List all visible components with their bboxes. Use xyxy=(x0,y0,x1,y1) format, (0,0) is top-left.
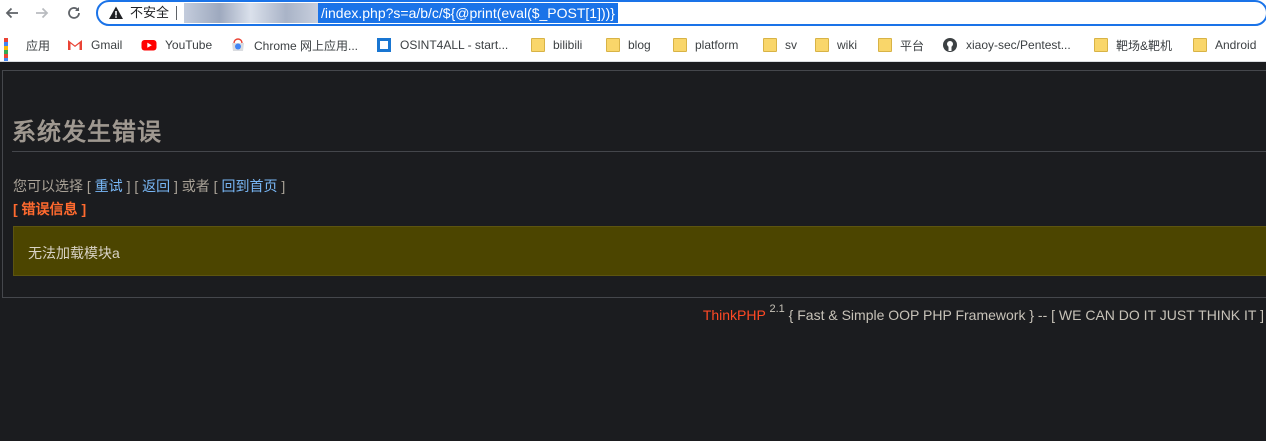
bookmark-label: 平台 xyxy=(900,38,925,53)
back-link[interactable]: 返回 xyxy=(142,178,170,194)
error-message: 无法加载模块a xyxy=(28,245,120,261)
folder-icon xyxy=(1094,38,1108,52)
bookmark-platform[interactable]: platform xyxy=(673,36,738,54)
not-secure-label[interactable]: 不安全 xyxy=(130,5,169,21)
back-arrow-icon xyxy=(5,7,18,19)
bookmark-label: OSINT4ALL - start... xyxy=(400,38,509,52)
bookmark-label: wiki xyxy=(837,38,857,52)
folder-icon xyxy=(606,38,620,52)
gmail-icon xyxy=(68,40,82,50)
youtube-icon xyxy=(141,40,157,51)
bookmark-osint4all[interactable]: OSINT4ALL - start... xyxy=(376,36,508,54)
framework-tagline: { Fast & Simple OOP PHP Framework } -- [… xyxy=(788,307,1264,323)
bookmark-apps[interactable]: 应用 xyxy=(4,36,51,61)
apps-grid-icon xyxy=(4,38,18,61)
bookmark-range[interactable]: 靶场&靶机 xyxy=(1094,36,1172,54)
bookmark-label: 靶场&靶机 xyxy=(1116,38,1173,53)
bookmark-blog[interactable]: blog xyxy=(606,36,651,54)
folder-icon xyxy=(878,38,892,52)
bookmark-gmail[interactable]: Gmail xyxy=(67,36,122,54)
home-link[interactable]: 回到首页 xyxy=(221,178,277,194)
folder-icon xyxy=(1193,38,1207,52)
choice-separator: ] [ xyxy=(126,178,139,194)
forward-button[interactable] xyxy=(31,2,53,24)
choice-end: ] xyxy=(281,178,286,194)
page-content: 系统发生错误 您可以选择 [ 重试 ] [ 返回 ] 或者 [ 回到首页 ] [… xyxy=(0,63,1266,441)
folder-icon xyxy=(673,38,687,52)
action-choices: 您可以选择 [ 重试 ] [ 返回 ] 或者 [ 回到首页 ] xyxy=(13,176,285,196)
bookmark-label: Android xyxy=(1215,38,1257,52)
title-divider xyxy=(12,151,1266,152)
reload-icon xyxy=(68,7,80,19)
framework-version: 2.1 xyxy=(769,303,785,316)
forward-arrow-icon xyxy=(36,7,49,19)
browser-toolbar: 不安全 /index.php?s=a/b/c/${@print(eval($_P… xyxy=(0,0,1266,27)
reload-button[interactable] xyxy=(63,2,85,24)
choose-prompt: 您可以选择 [ xyxy=(13,178,91,194)
bookmarks-bar: 应用 Gmail YouTube Chrome 网上应用... OSINT4AL… xyxy=(0,27,1266,62)
bookmark-wiki[interactable]: wiki xyxy=(815,36,857,54)
bookmark-label: 应用 xyxy=(26,38,51,53)
bookmark-android[interactable]: Android xyxy=(1193,36,1256,54)
bookmark-label: Chrome 网上应用... xyxy=(254,38,359,53)
bookmark-sv[interactable]: sv xyxy=(763,36,797,54)
address-bar[interactable]: 不安全 /index.php?s=a/b/c/${@print(eval($_P… xyxy=(96,0,1266,26)
bookmark-label: xiaoy-sec/Pentest... xyxy=(966,38,1071,52)
bookmark-xiaoy-sec[interactable]: xiaoy-sec/Pentest... xyxy=(942,36,1071,54)
choice-separator: ] 或者 [ xyxy=(174,178,218,194)
folder-icon xyxy=(763,38,777,52)
osint-icon xyxy=(377,38,391,52)
bookmark-label: YouTube xyxy=(165,38,213,52)
bookmark-bilibili[interactable]: bilibili xyxy=(531,36,582,54)
framework-brand: ThinkPHP xyxy=(702,307,766,323)
bookmark-youtube[interactable]: YouTube xyxy=(141,36,212,54)
bookmark-platform-cn[interactable]: 平台 xyxy=(878,36,924,54)
error-message-box: 无法加载模块a xyxy=(13,226,1266,276)
bookmark-label: sv xyxy=(785,38,797,52)
address-divider xyxy=(176,6,177,20)
bookmark-label: bilibili xyxy=(553,38,583,52)
chrome-webstore-icon xyxy=(232,38,244,51)
bookmark-label: platform xyxy=(695,38,739,52)
bookmark-chrome-webstore[interactable]: Chrome 网上应用... xyxy=(230,36,358,54)
bookmark-label: blog xyxy=(628,38,651,52)
framework-footer: ThinkPHP 2.1 { Fast & Simple OOP PHP Fra… xyxy=(702,304,1264,323)
error-info-heading: [ 错误信息 ] xyxy=(13,201,87,217)
bookmark-label: Gmail xyxy=(91,38,123,52)
url-text-selected[interactable]: /index.php?s=a/b/c/${@print(eval($_POST[… xyxy=(318,3,618,23)
github-icon xyxy=(943,38,957,52)
retry-link[interactable]: 重试 xyxy=(95,178,123,194)
warning-icon xyxy=(109,6,123,19)
page-title: 系统发生错误 xyxy=(12,119,162,146)
back-button[interactable] xyxy=(1,2,23,24)
folder-icon xyxy=(815,38,829,52)
folder-icon xyxy=(531,38,545,52)
